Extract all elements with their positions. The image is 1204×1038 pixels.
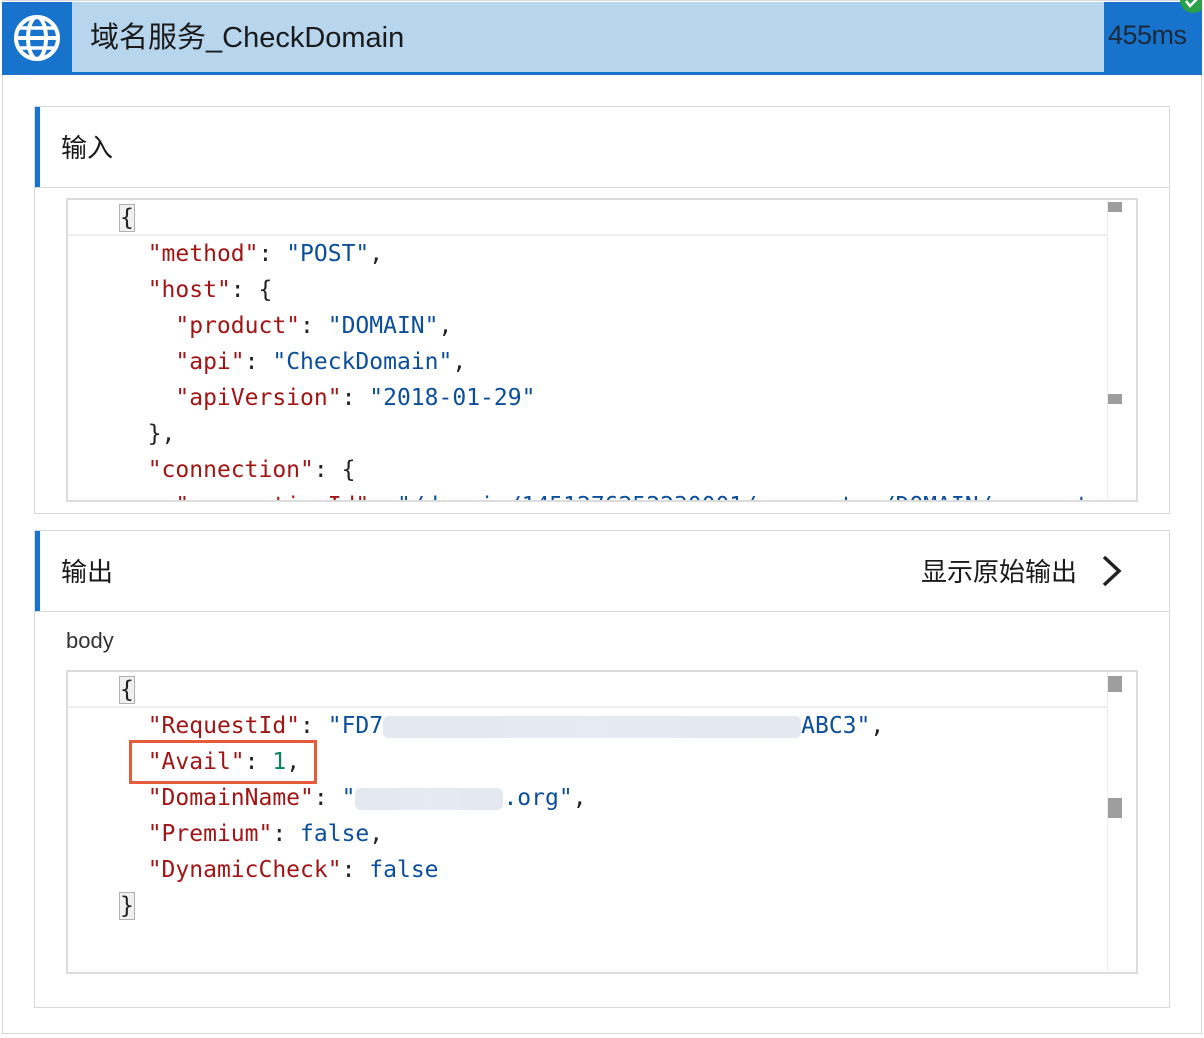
json-string: "	[341, 785, 356, 811]
header-underline	[2, 72, 1202, 75]
json-boolean: false	[300, 821, 370, 847]
json-key: "connection"	[147, 457, 314, 483]
json-brace: }	[119, 892, 135, 920]
scroll-marker	[1108, 394, 1122, 404]
json-string-cut: "/domain/1451276252230001/connector/DOMA…	[397, 493, 1089, 500]
timing-text: 455ms	[1108, 20, 1187, 50]
input-section-title: 输入	[61, 133, 114, 163]
json-key: "method"	[147, 241, 259, 267]
json-string: "DOMAIN"	[327, 313, 439, 339]
output-section-title: 输出	[61, 557, 114, 587]
step-header[interactable]: 域名服务_CheckDomain 455ms	[2, 2, 1202, 74]
service-icon-box	[2, 2, 72, 74]
json-boolean: false	[369, 857, 439, 883]
scroll-marker	[1108, 676, 1122, 692]
json-key: "DomainName"	[147, 785, 314, 811]
json-key: "host"	[147, 277, 231, 303]
json-key: "DynamicCheck"	[147, 857, 342, 883]
scroll-marker	[1108, 798, 1122, 818]
json-key: "RequestId"	[147, 713, 301, 739]
json-key: "Premium"	[147, 821, 273, 847]
show-raw-output-link[interactable]: 显示原始输出	[921, 557, 1077, 587]
step-title: 域名服务_CheckDomain	[90, 22, 405, 54]
json-key: "product"	[175, 313, 301, 339]
json-brace: {	[119, 204, 135, 232]
redacted-blur	[383, 715, 802, 738]
input-code-editor[interactable]: { "method": "POST", "host": { "product":…	[66, 198, 1138, 502]
editor-scrollbar[interactable]	[1107, 672, 1136, 972]
json-key-cut: "connectionId"	[175, 493, 369, 500]
editor-scrollbar[interactable]	[1107, 200, 1136, 500]
json-string: .org"	[503, 785, 573, 811]
section-accent-bar	[35, 107, 40, 187]
json-string: ABC3"	[801, 713, 871, 739]
input-json: { "method": "POST", "host": { "product":…	[119, 200, 1089, 500]
body-label: body	[66, 628, 114, 653]
json-string: "POST"	[286, 241, 370, 267]
avail-highlight-box	[129, 740, 317, 784]
output-json: { "RequestId": "FD7 ABC3", "Avail": 1, "D…	[119, 676, 885, 920]
json-brace: {	[119, 676, 135, 704]
scroll-marker	[1108, 202, 1122, 212]
redacted-blur	[355, 787, 504, 810]
json-key: "api"	[175, 349, 245, 375]
section-accent-bar	[35, 531, 40, 611]
globe-icon	[14, 15, 60, 61]
json-key: "apiVersion"	[175, 385, 342, 411]
check-icon	[1180, 0, 1202, 14]
json-string: "2018-01-29"	[369, 385, 536, 411]
input-section-header[interactable]: 输入	[35, 107, 1169, 188]
chevron-right-icon[interactable]	[1099, 553, 1125, 589]
output-code-editor[interactable]: { "RequestId": "FD7 ABC3", "Avail": 1, "D…	[66, 670, 1138, 974]
output-section-header[interactable]: 输出 显示原始输出	[35, 531, 1169, 612]
json-string: "CheckDomain"	[272, 349, 453, 375]
json-string: "FD7	[327, 713, 384, 739]
